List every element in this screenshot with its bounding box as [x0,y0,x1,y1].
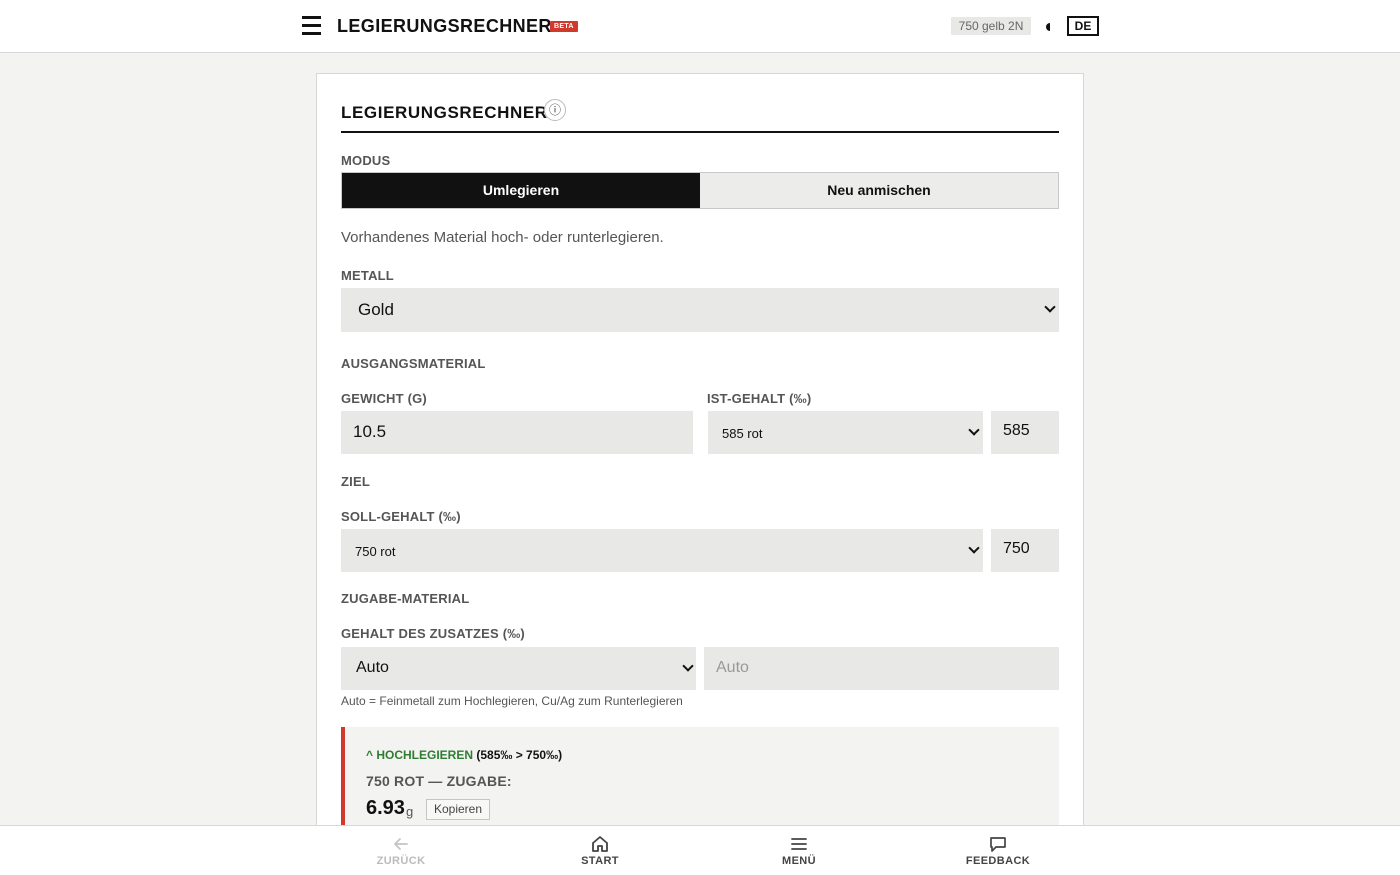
addition-section-heading: ZUGABE-MATERIAL [341,591,470,606]
target-content-select-value: 750 rot [355,544,396,559]
target-content-label: SOLL-GEHALT (‰) [341,509,461,524]
nav-home-label: START [581,855,619,867]
actual-content-select[interactable]: 585 rot [708,411,983,454]
metal-select[interactable]: Gold [341,288,1059,332]
beta-badge: BETA [550,21,578,32]
arrow-left-icon [394,838,408,850]
result-unit: g [406,804,414,819]
copy-button[interactable]: Kopieren [426,799,490,820]
addition-content-label: GEHALT DES ZUSATZES (‰) [341,626,525,641]
actual-content-label: IST-GEHALT (‰) [707,391,812,406]
weight-input[interactable]: 10.5 [341,411,693,454]
weight-label: GEWICHT (G) [341,391,427,406]
weight-input-value: 10.5 [353,422,387,441]
target-content-select[interactable]: 750 rot [341,529,983,572]
actual-content-input[interactable]: 585 [991,411,1059,454]
result-direction: ^ HOCHLEGIEREN [366,748,474,762]
addition-content-input[interactable]: Auto [704,647,1059,690]
nav-feedback-label: FEEDBACK [965,855,1031,867]
result-subtitle: 750 ROT — ZUGABE: [366,773,512,789]
addition-hint: Auto = Feinmetall zum Hochlegieren, Cu/A… [341,694,683,708]
mode-description: Vorhandenes Material hoch- oder runterle… [341,229,664,246]
addition-content-placeholder: Auto [716,659,749,676]
mode-switch: Umlegieren Neu anmischen [341,172,1059,209]
preset-chip[interactable]: 750 gelb 2N [951,17,1031,35]
result-amount: 6.93 [366,797,405,819]
card-title: LEGIERUNGSRECHNER [341,103,548,122]
nav-back-button[interactable]: ZURÜCK [341,826,461,875]
home-icon [592,836,608,852]
app-title: LEGIERUNGSRECHNER [337,16,552,36]
actual-content-select-value: 585 rot [722,426,763,441]
bottom-navigation: ZURÜCK START MENÜ FEEDBACK [0,825,1400,875]
menu-icon [791,838,807,850]
language-button[interactable]: DE [1067,16,1099,36]
result-range: (585‰ > 750‰) [476,748,563,762]
hamburger-menu-icon[interactable] [302,16,322,35]
mode-neu-anmischen-button[interactable]: Neu anmischen [700,173,1058,208]
nav-menu-button[interactable]: MENÜ [739,826,859,875]
actual-content-input-value: 585 [1003,422,1030,439]
addition-content-select[interactable]: Auto [341,647,696,690]
chevron-down-icon [684,662,692,670]
chevron-down-icon [1046,303,1054,311]
nav-home-button[interactable]: START [540,826,660,875]
info-icon[interactable]: ⓘ [544,99,566,121]
source-section-heading: AUSGANGSMATERIAL [341,356,486,371]
mode-umlegieren-button[interactable]: Umlegieren [342,173,700,208]
target-section-heading: ZIEL [341,474,370,489]
chat-bubble-icon [990,837,1006,852]
metal-select-value: Gold [358,300,394,319]
card-header: LEGIERUNGSRECHNER ⓘ [341,98,1059,133]
addition-content-select-value: Auto [356,659,389,676]
chevron-down-icon [970,426,978,434]
chevron-down-icon [970,544,978,552]
mode-label: MODUS [341,153,391,168]
theme-toggle-icon[interactable] [1045,23,1052,31]
calculator-card: LEGIERUNGSRECHNER ⓘ MODUS Umlegieren Neu… [316,73,1084,873]
nav-feedback-button[interactable]: FEEDBACK [938,826,1058,875]
metal-label: METALL [341,268,394,283]
top-bar: LEGIERUNGSRECHNER BETA 750 gelb 2N DE [0,0,1400,53]
result-heading: ^ HOCHLEGIEREN (585‰ > 750‰) [366,748,562,762]
nav-menu-label: MENÜ [782,855,816,867]
target-content-input-value: 750 [1003,540,1030,557]
nav-back-label: ZURÜCK [376,855,426,867]
target-content-input[interactable]: 750 [991,529,1059,572]
